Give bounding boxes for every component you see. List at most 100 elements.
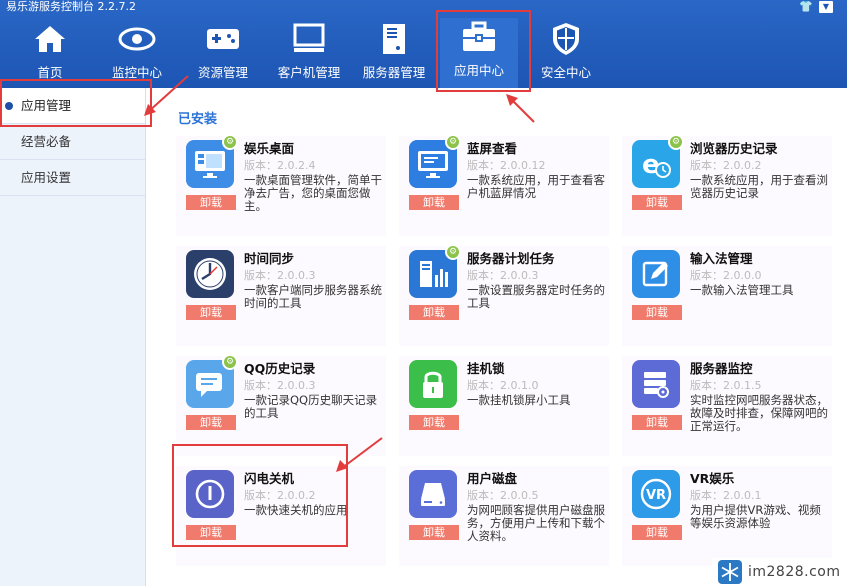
- uninstall-button[interactable]: 卸载: [186, 415, 236, 430]
- clock-icon: [186, 250, 234, 298]
- sidebar-item-app-management[interactable]: 应用管理: [0, 88, 145, 124]
- home-icon: [33, 20, 67, 58]
- app-description: 一款输入法管理工具: [690, 283, 794, 297]
- eye-icon: [118, 20, 156, 58]
- app-description: 一款系统应用，用于查看客户机蓝屏情况: [467, 173, 605, 200]
- update-gear-icon: ⚙: [222, 354, 238, 370]
- uninstall-button[interactable]: 卸载: [409, 305, 459, 320]
- nav-app-center[interactable]: 应用中心: [440, 18, 518, 88]
- shield-icon: [550, 20, 582, 58]
- app-description: 一款设置服务器定时任务的工具: [467, 283, 605, 310]
- window-controls: 👕 ▼: [799, 1, 833, 13]
- app-description: 一款客户端同步服务器系统时间的工具: [244, 283, 382, 310]
- update-gear-icon: ⚙: [222, 134, 238, 150]
- app-name: 浏览器历史记录: [690, 141, 778, 156]
- app-name: 挂机锁: [467, 361, 505, 376]
- app-name: 服务器监控: [690, 361, 753, 376]
- vr-icon: VR: [632, 470, 680, 518]
- uninstall-button[interactable]: 卸载: [186, 305, 236, 320]
- app-description: 一款系统应用，用于查看浏览器历史记录: [690, 173, 828, 200]
- app-name: 输入法管理: [690, 251, 753, 266]
- uninstall-button[interactable]: 卸载: [632, 305, 682, 320]
- app-title: 易乐游服务控制台 2.2.7.2: [6, 0, 136, 13]
- uninstall-button[interactable]: 卸载: [409, 195, 459, 210]
- uninstall-button[interactable]: 卸载: [186, 525, 236, 540]
- lock-icon: [409, 360, 457, 408]
- app-description: 实时监控网吧服务器状态，故障及时排查，保障网吧的正常运行。: [690, 393, 828, 433]
- app-name: 闪电关机: [244, 471, 295, 486]
- update-gear-icon: ⚙: [445, 134, 461, 150]
- nav-label: 监控中心: [111, 65, 162, 80]
- app-version: 版本：2.0.0.3: [467, 269, 539, 282]
- sidebar: 应用管理 经营必备 应用设置: [0, 88, 146, 586]
- uninstall-button[interactable]: 卸载: [409, 415, 459, 430]
- uninstall-button[interactable]: 卸载: [409, 525, 459, 540]
- app-card-vr-entertainment: VR 卸载 VR娱乐 版本：2.0.0.1 为用户提供VR游戏、视频等娱乐资源体…: [622, 466, 832, 566]
- server-icon: [380, 20, 408, 58]
- app-version: 版本：2.0.0.3: [244, 269, 316, 282]
- uninstall-button[interactable]: 卸载: [632, 525, 682, 540]
- app-description: 一款快速关机的应用: [244, 503, 348, 517]
- app-card-flash-shutdown: 卸载 闪电关机 版本：2.0.0.2 一款快速关机的应用: [176, 466, 386, 566]
- app-card-input-method: 卸载 输入法管理 版本：2.0.0.0 一款输入法管理工具: [622, 246, 832, 346]
- arrow-to-nav-annotation: [506, 94, 535, 123]
- app-name: VR娱乐: [690, 471, 735, 486]
- app-name: 时间同步: [244, 251, 295, 266]
- nav-label: 应用中心: [453, 63, 504, 78]
- sidebar-item-app-settings[interactable]: 应用设置: [0, 160, 145, 196]
- nav-label: 安全中心: [540, 65, 591, 80]
- disk-icon: [409, 470, 457, 518]
- nav-label: 资源管理: [197, 65, 248, 80]
- app-version: 版本：2.0.0.2: [244, 489, 316, 502]
- app-version: 版本：2.0.0.12: [467, 159, 546, 172]
- nav-resources[interactable]: 资源管理: [194, 20, 252, 88]
- menu-dropdown-icon[interactable]: ▼: [819, 1, 833, 13]
- nav-server-management[interactable]: 服务器管理: [362, 20, 426, 88]
- watermark: im2828.com: [712, 558, 847, 586]
- power-icon: [186, 470, 234, 518]
- update-gear-icon: ⚙: [668, 134, 684, 150]
- uninstall-button[interactable]: 卸载: [632, 415, 682, 430]
- watermark-text: im2828.com: [748, 564, 841, 580]
- app-card-user-disk: 卸载 用户磁盘 版本：2.0.0.5 为网吧顾客提供用户磁盘服务，方便用户上传和…: [399, 466, 609, 566]
- app-version: 版本：2.0.1.0: [467, 379, 539, 392]
- app-version: 版本：2.0.0.1: [690, 489, 762, 502]
- nav-security-center[interactable]: 安全中心: [538, 20, 594, 88]
- app-card-qq-history: ⚙ 卸载 QQ历史记录 版本：2.0.0.3 一款记录QQ历史聊天记录的工具: [176, 354, 386, 456]
- title-bar: 易乐游服务控制台 2.2.7.2 👕 ▼ 首页 监控中心 资源管理 客户机管理 …: [0, 0, 847, 88]
- nav-client-management[interactable]: 客户机管理: [275, 20, 343, 88]
- app-name: 服务器计划任务: [467, 251, 555, 266]
- skin-icon[interactable]: 👕: [799, 1, 813, 13]
- sidebar-item-label: 经营必备: [21, 134, 72, 149]
- server-monitor-icon: [632, 360, 680, 408]
- sidebar-item-label: 应用管理: [21, 98, 72, 113]
- nav-label: 服务器管理: [362, 65, 426, 80]
- app-name: 用户磁盘: [467, 471, 518, 486]
- nav-home[interactable]: 首页: [22, 20, 78, 88]
- app-version: 版本：2.0.2.4: [244, 159, 316, 172]
- app-description: 为网吧顾客提供用户磁盘服务，方便用户上传和下载个人资料。: [467, 503, 605, 543]
- app-name: 蓝屏查看: [467, 141, 518, 156]
- app-card-server-monitor: 卸载 服务器监控 版本：2.0.1.5 实时监控网吧服务器状态，故障及时排查，保…: [622, 356, 832, 456]
- uninstall-button[interactable]: 卸载: [632, 195, 682, 210]
- active-dot: [5, 102, 13, 110]
- app-version: 版本：2.0.0.3: [244, 379, 316, 392]
- monitor-icon: [292, 20, 326, 58]
- app-description: 一款桌面管理软件，简单干净去广告，您的桌面您做主。: [244, 173, 382, 213]
- uninstall-button[interactable]: 卸载: [186, 195, 236, 210]
- app-card-bluescreen-viewer: ⚙ 卸载 蓝屏查看 版本：2.0.0.12 一款系统应用，用于查看客户机蓝屏情况: [399, 134, 609, 236]
- app-card-entertainment-desktop: ⚙ 卸载 娱乐桌面 版本：2.0.2.4 一款桌面管理软件，简单干净去广告，您的…: [176, 134, 386, 236]
- nav-label: 客户机管理: [277, 65, 341, 80]
- app-name: QQ历史记录: [244, 361, 316, 376]
- snowflake-logo-icon: [718, 560, 742, 584]
- app-version: 版本：2.0.0.5: [467, 489, 539, 502]
- nav-monitor[interactable]: 监控中心: [108, 20, 166, 88]
- app-description: 一款挂机锁屏小工具: [467, 393, 571, 407]
- pen-icon: [632, 250, 680, 298]
- app-description: 一款记录QQ历史聊天记录的工具: [244, 393, 378, 420]
- app-name: 娱乐桌面: [244, 141, 295, 156]
- sidebar-item-business-essentials[interactable]: 经营必备: [0, 124, 145, 160]
- app-card-idle-lock: 卸载 挂机锁 版本：2.0.1.0 一款挂机锁屏小工具: [399, 356, 609, 456]
- gamepad-icon: [205, 20, 241, 58]
- nav-label: 首页: [37, 65, 63, 80]
